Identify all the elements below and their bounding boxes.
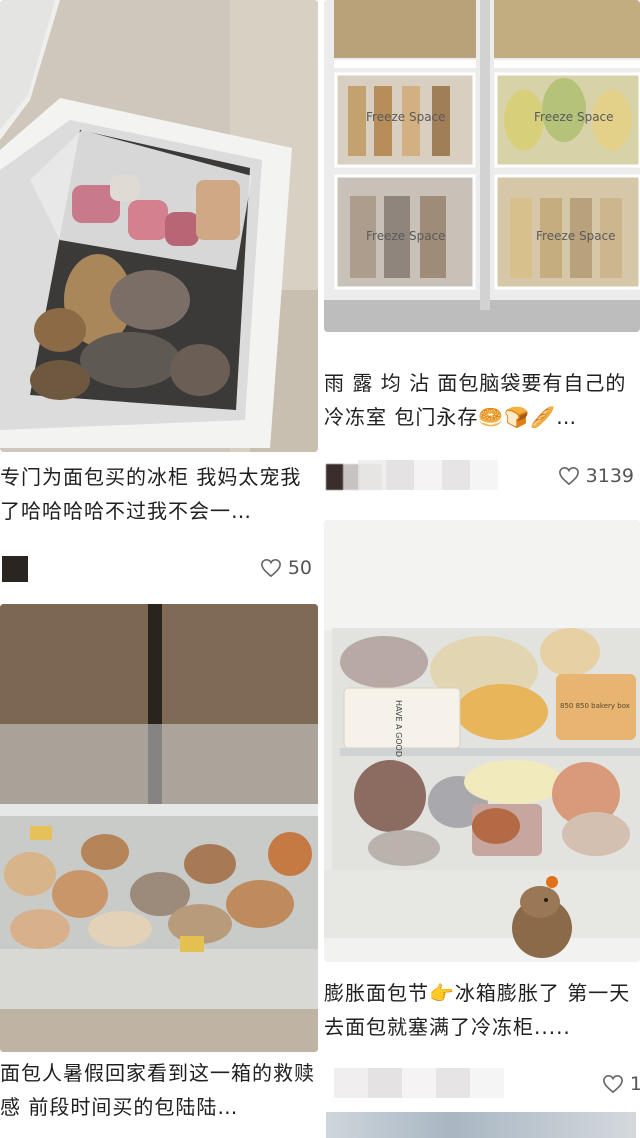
like-count: 50 [287,557,312,579]
post-card[interactable]: 面包人暑假回家看到这一箱的救赎感 前段时间买的包陆陆… [0,604,318,1138]
post-title[interactable]: 专门为面包买的冰柜 我妈太宠我了哈哈哈哈不过我不会一… [0,460,318,532]
chest-freezer-image [0,0,318,452]
post-card[interactable]: Freeze Space Freeze Space Freeze Space F… [324,0,640,520]
author-name-blurred [358,460,498,490]
freeze-space-image: Freeze Space Freeze Space Freeze Space F… [324,0,640,332]
next-post-photo-peek[interactable] [326,1112,636,1138]
post-title[interactable]: 面包人暑假回家看到这一箱的救赎感 前段时间买的包陆陆… [0,1056,318,1138]
like-count: 3139 [585,465,634,487]
like-button[interactable]: 3139 [558,462,634,490]
heart-icon [558,466,579,486]
like-button[interactable]: 50 [260,554,312,582]
post-title[interactable]: 膨胀面包节👉冰箱膨胀了 第一天去面包就塞满了冷冻柜..... [324,976,640,1048]
bakery-box-label: 850 850 bakery box [560,702,630,710]
post-photo-freezer-capybara[interactable]: 850 850 bakery box HAVE A GOOD [324,520,640,962]
heart-icon [602,1074,623,1094]
post-title[interactable]: 雨 露 均 沾 面包脑袋要有自己的冷冻室 包门永存🥯🍞🥖… [324,366,640,438]
post-photo-fridge-drawer[interactable] [0,604,318,1052]
post-card[interactable]: 850 850 bakery box HAVE A GOOD 膨胀面包节👉冰箱膨… [324,520,640,1138]
freezer-capybara-image: 850 850 bakery box HAVE A GOOD [324,520,640,962]
post-meta: 50 [0,548,318,588]
fridge-drawer-image [0,604,318,1052]
freeze-space-label: Freeze Space [366,110,446,124]
like-count: 11 [629,1073,640,1095]
freeze-space-label: Freeze Space [366,229,446,243]
freeze-space-label: Freeze Space [534,110,614,124]
post-card[interactable]: 专门为面包买的冰柜 我妈太宠我了哈哈哈哈不过我不会一… 50 [0,0,318,600]
freeze-space-label: Freeze Space [536,229,616,243]
like-button[interactable]: 11 [602,1070,640,1098]
author-name-blurred [334,1068,504,1098]
post-meta: 11 [324,1064,640,1104]
post-photo-freeze-space[interactable]: Freeze Space Freeze Space Freeze Space F… [324,0,640,332]
post-photo-chest-freezer[interactable] [0,0,318,452]
have-a-good-label: HAVE A GOOD [394,700,403,757]
post-meta: 3139 [324,456,640,496]
author-avatar[interactable] [2,556,28,582]
heart-icon [260,558,281,578]
